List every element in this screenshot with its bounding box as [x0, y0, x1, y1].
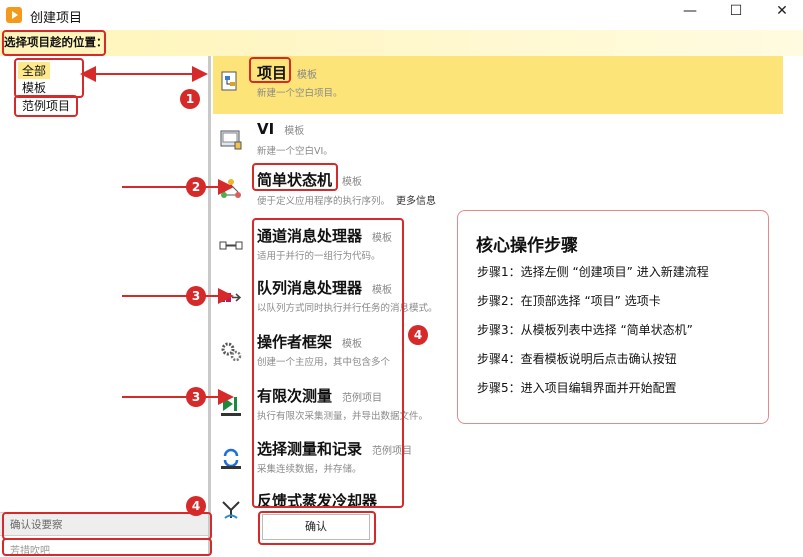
step-item: 步骤4：查看模板说明后点击确认按钮 [477, 352, 677, 366]
step-item: 步骤3：从模板列表中选择 “简单状态机” [477, 323, 693, 337]
state-machine-icon [221, 179, 241, 198]
vi-icon [220, 130, 242, 150]
annotation-badge-3b: 3 [186, 387, 206, 407]
annotation-badge-4a: 4 [408, 325, 428, 345]
window-title: 创建项目 [30, 11, 83, 26]
step-item: 步骤5：进入项目编辑界面并开始配置 [477, 381, 677, 395]
template-row-project[interactable]: 项目 模板 新建一个空白项目。 [213, 56, 783, 114]
annotation-box-template-range [252, 218, 404, 508]
annotation-box-state-machine [252, 163, 338, 191]
minimize-button[interactable]: — [670, 0, 710, 22]
template-desc: 新建一个空白项目。 [257, 88, 343, 99]
annotation-box-categories [14, 58, 84, 98]
gears-icon [221, 342, 242, 362]
template-title: VI [257, 120, 275, 138]
title-bar: 创建项目 — ☐ ✕ [0, 0, 803, 30]
app-icon [6, 7, 22, 23]
step-item: 步骤1：选择左侧 “创建项目” 进入新建流程 [477, 265, 709, 279]
finite-measurement-icon [221, 397, 241, 416]
template-desc: 便于定义应用程序的执行序列。 [257, 196, 391, 207]
more-info-link[interactable]: 更多信息 [396, 196, 436, 207]
annotation-box-description [2, 512, 212, 540]
annotation-badge-1: 1 [180, 89, 200, 109]
maximize-button[interactable]: ☐ [716, 0, 756, 22]
project-icon [221, 71, 237, 91]
annotation-box-confirm [258, 511, 376, 545]
template-tag: 模板 [342, 177, 363, 188]
annotation-box-project [249, 57, 291, 83]
annotation-badge-2: 2 [186, 177, 206, 197]
template-tag: 模板 [297, 70, 318, 81]
queue-handler-icon [220, 293, 242, 302]
steps-card-title: 核心操作步骤 [476, 236, 578, 256]
annotation-badge-3a: 3 [186, 286, 206, 306]
close-button[interactable]: ✕ [762, 0, 802, 22]
annotation-box-lower [2, 538, 212, 556]
template-desc: 新建一个空白VI。 [257, 146, 333, 157]
category-pane [0, 56, 208, 554]
location-bar [0, 30, 803, 56]
step-item: 步骤2：在顶部选择 “项目” 选项卡 [477, 294, 661, 308]
annotation-box-location [2, 30, 106, 56]
evaporative-cooler-icon [222, 501, 240, 519]
channel-handler-icon [219, 241, 243, 250]
template-tag: 模板 [284, 126, 305, 137]
annotation-box-sample-projects [14, 95, 78, 117]
annotation-badge-4b: 4 [186, 496, 206, 516]
measure-log-icon [221, 448, 241, 469]
